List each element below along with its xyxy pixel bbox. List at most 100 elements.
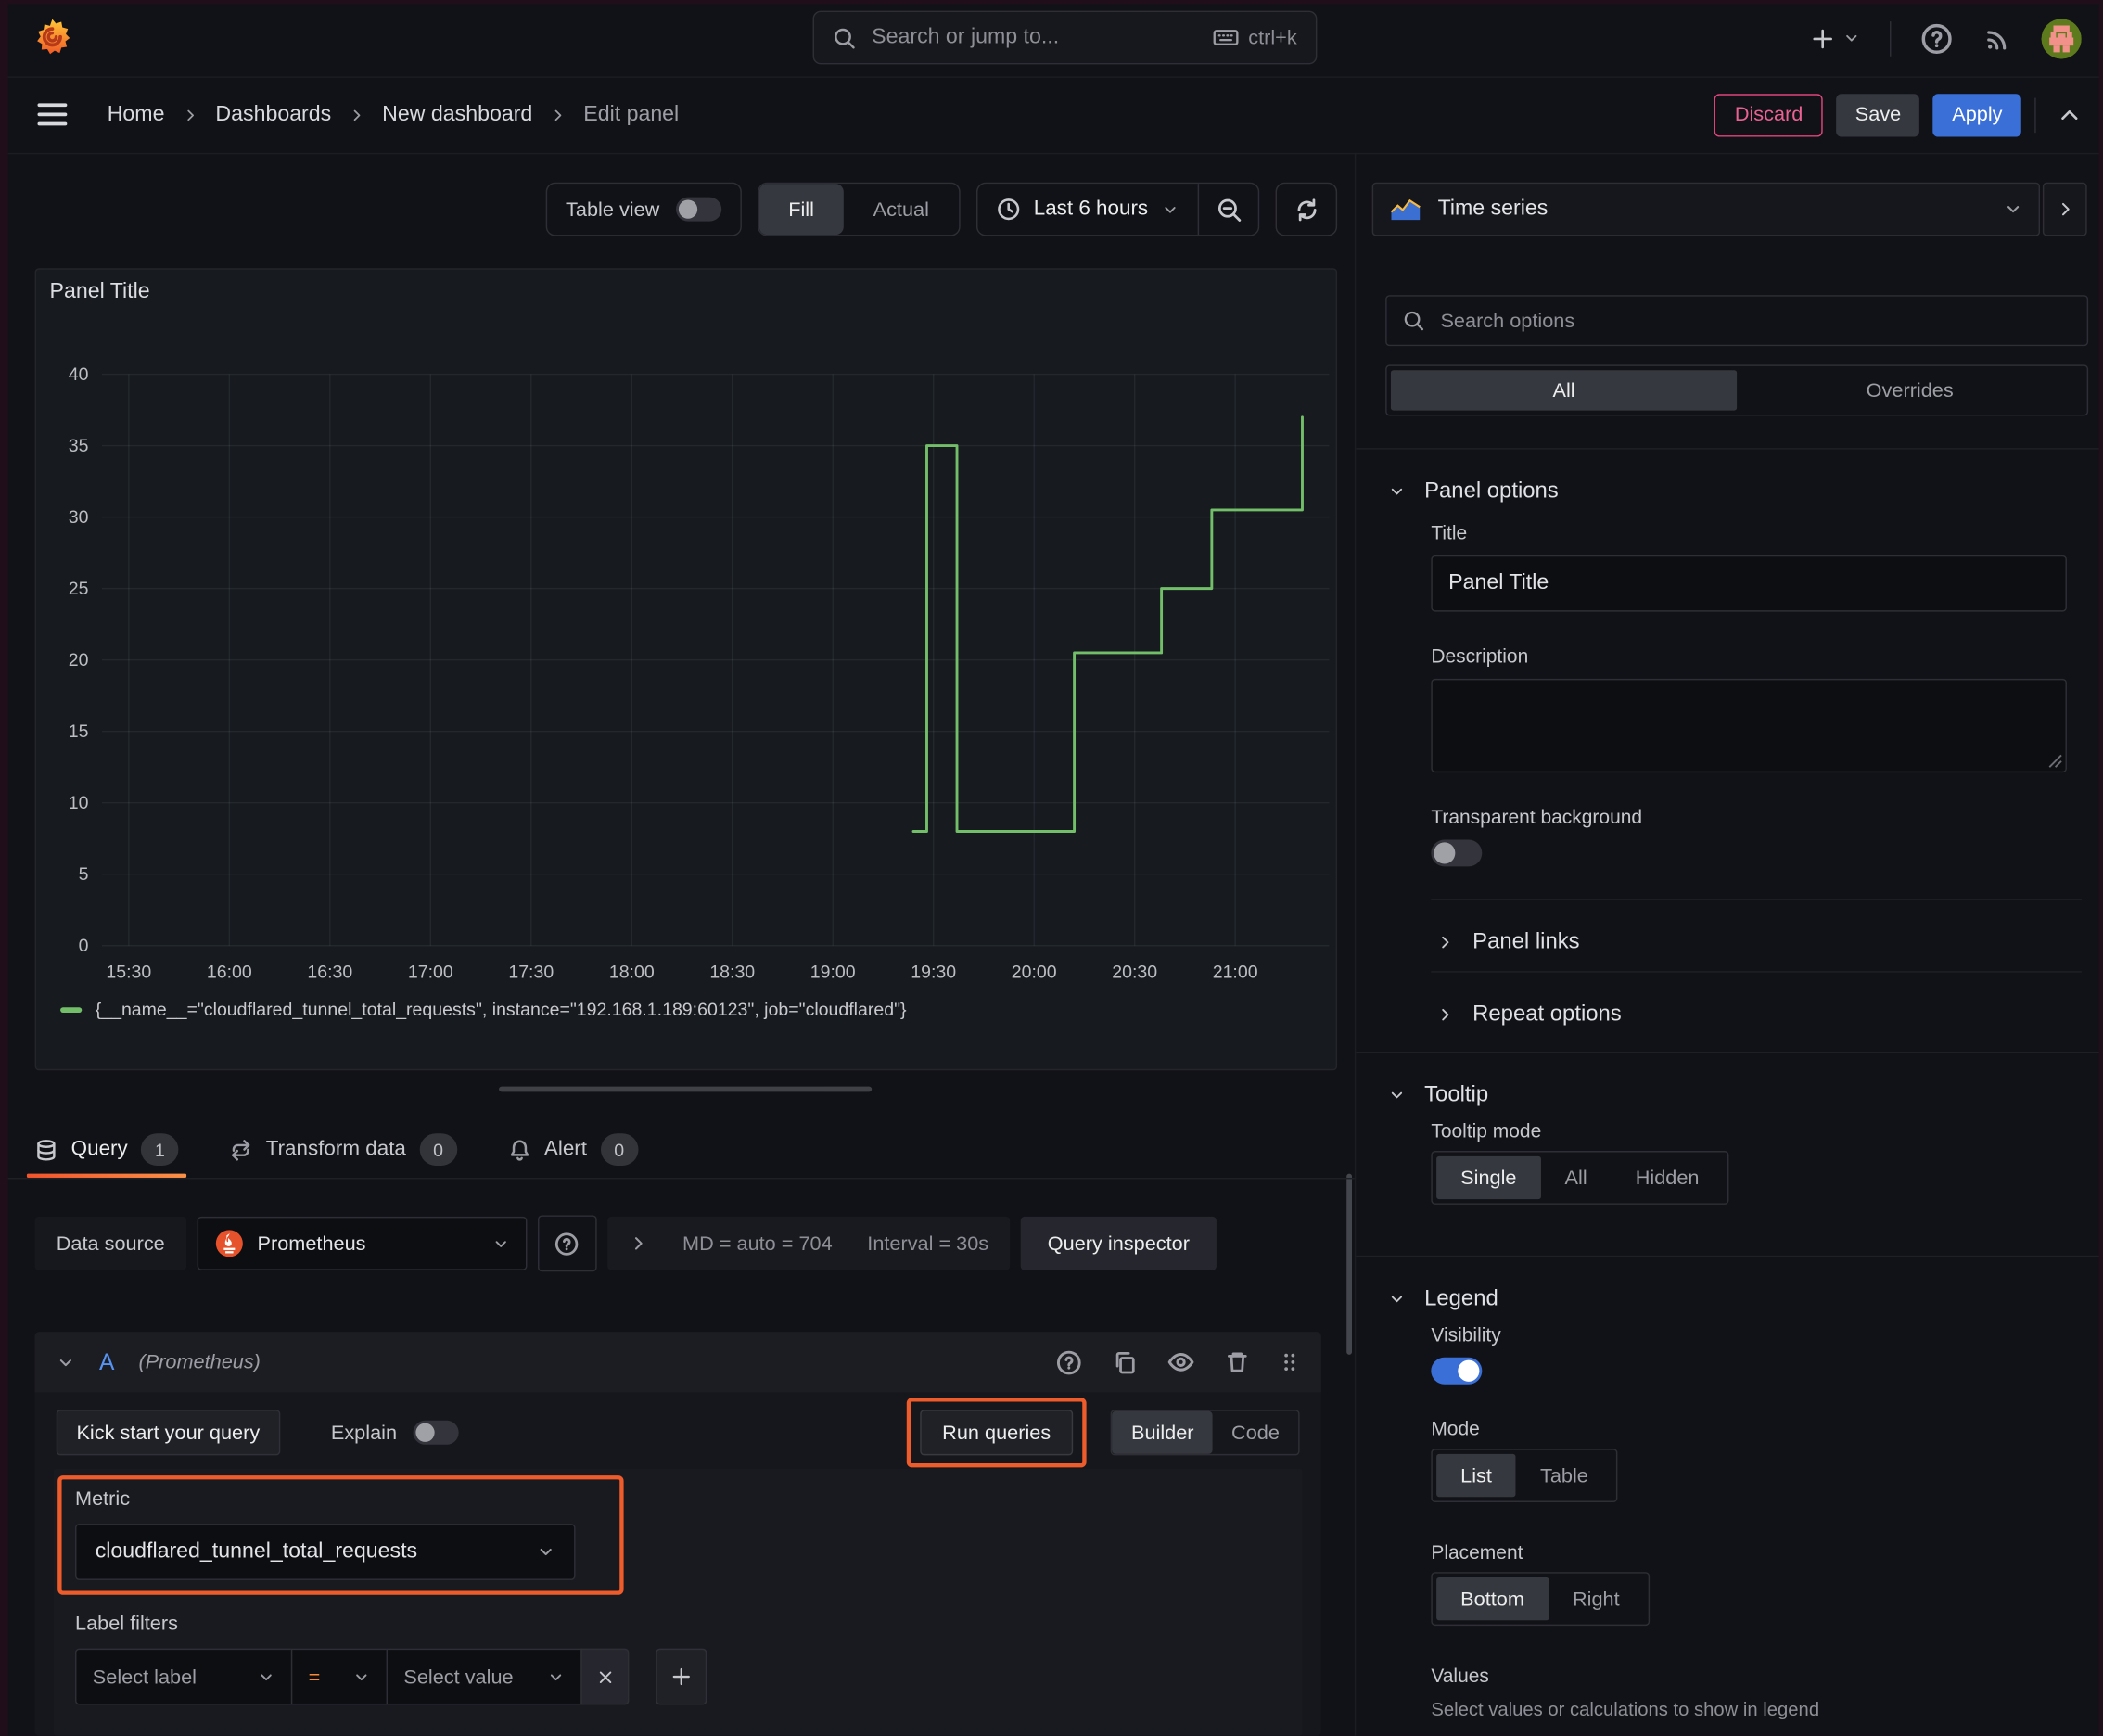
- search-icon: [1404, 311, 1424, 331]
- operator-dropdown[interactable]: =: [290, 1648, 389, 1705]
- query-help-icon[interactable]: [1055, 1348, 1082, 1375]
- svg-text:35: 35: [69, 436, 89, 456]
- label-filter-row: Select label = Select value: [75, 1648, 1281, 1705]
- panel-toolbar: Table view Fill Actual Last 6 hours: [545, 182, 1338, 236]
- svg-text:16:00: 16:00: [207, 962, 252, 982]
- section-divider: [1431, 971, 2082, 973]
- breadcrumb-new-dashboard[interactable]: New dashboard: [382, 103, 532, 127]
- label-filters-label: Label filters: [75, 1612, 178, 1636]
- legend-placement-label: Placement: [1431, 1542, 1523, 1564]
- transparent-background-toggle[interactable]: [1431, 839, 1483, 867]
- kickstart-query-button[interactable]: Kick start your query: [56, 1410, 280, 1456]
- transparent-background-label: Transparent background: [1431, 807, 1643, 829]
- actual-option[interactable]: Actual: [844, 184, 959, 235]
- refresh-button[interactable]: [1275, 182, 1338, 236]
- global-search[interactable]: ctrl+k: [812, 10, 1318, 65]
- tab-overrides[interactable]: Overrides: [1737, 370, 2083, 410]
- delete-query-icon[interactable]: [1225, 1349, 1250, 1374]
- svg-text:17:30: 17:30: [508, 962, 554, 982]
- apply-button[interactable]: Apply: [1932, 93, 2021, 136]
- transform-icon: [232, 1139, 250, 1160]
- legend-section-header[interactable]: Legend: [1388, 1271, 1498, 1325]
- code-option[interactable]: Code: [1213, 1411, 1298, 1454]
- remove-filter-button[interactable]: [580, 1648, 630, 1705]
- svg-text:21:00: 21:00: [1213, 962, 1258, 982]
- discard-button[interactable]: Discard: [1714, 93, 1824, 136]
- panel-resize-handle[interactable]: [499, 1086, 873, 1092]
- options-search-input[interactable]: [1437, 307, 2071, 334]
- tooltip-section-header[interactable]: Tooltip: [1388, 1067, 1488, 1121]
- table-view-toggle[interactable]: [675, 197, 721, 222]
- toggle-visibility-icon[interactable]: [1166, 1348, 1194, 1376]
- collapse-options-button[interactable]: [2042, 182, 2087, 236]
- mode-table-option[interactable]: Table: [1516, 1454, 1612, 1497]
- tooltip-single-option[interactable]: Single: [1436, 1155, 1541, 1200]
- tooltip-all-option[interactable]: All: [1541, 1156, 1612, 1199]
- duplicate-query-icon[interactable]: [1112, 1349, 1137, 1374]
- panel-links-section-header[interactable]: Panel links: [1436, 914, 1580, 968]
- tab-transform-data[interactable]: Transform data 0: [230, 1121, 457, 1178]
- explain-toggle[interactable]: [413, 1420, 459, 1445]
- query-ref-datasource: (Prometheus): [138, 1350, 261, 1374]
- select-value-dropdown[interactable]: Select value: [386, 1648, 582, 1705]
- tooltip-title: Tooltip: [1424, 1081, 1489, 1106]
- metric-select[interactable]: cloudflared_tunnel_total_requests: [75, 1524, 576, 1580]
- visualization-value: Time series: [1437, 197, 1549, 221]
- legend-series-swatch[interactable]: [60, 1006, 83, 1013]
- user-avatar[interactable]: [2041, 18, 2082, 58]
- mode-list-option[interactable]: List: [1436, 1453, 1516, 1498]
- time-series-chart[interactable]: 0 5 10 15 20 25 30 35 40 15:30 16:00 16:30 17:00 17:3…: [36, 270, 1336, 994]
- global-search-input[interactable]: [869, 24, 1199, 51]
- legend-series-name[interactable]: {__name__="cloudflared_tunnel_total_requ…: [96, 1000, 907, 1020]
- explain-label: Explain: [330, 1421, 398, 1445]
- query-inspector-button[interactable]: Query inspector: [1020, 1216, 1217, 1270]
- chevron-right-icon[interactable]: [629, 1234, 647, 1253]
- chevron-down-icon: [1846, 34, 1857, 42]
- breadcrumb-dashboards[interactable]: Dashboards: [215, 103, 331, 127]
- placement-right-option[interactable]: Right: [1549, 1577, 1644, 1620]
- time-range-picker[interactable]: Last 6 hours: [977, 184, 1198, 235]
- chevron-down-icon[interactable]: [57, 1353, 75, 1372]
- query-ref-id[interactable]: A: [99, 1348, 114, 1375]
- placement-bottom-option[interactable]: Bottom: [1436, 1577, 1549, 1621]
- edit-actions: Discard Save Apply: [1714, 76, 2082, 152]
- new-menu-button[interactable]: [1811, 26, 1861, 50]
- svg-text:19:30: 19:30: [911, 962, 956, 982]
- avatar-image: [2041, 18, 2082, 58]
- panel-options-section-header[interactable]: Panel options: [1388, 464, 1559, 517]
- grafana-logo-icon[interactable]: [32, 18, 72, 57]
- legend-visibility-toggle[interactable]: [1431, 1357, 1483, 1385]
- builder-option[interactable]: Builder: [1112, 1410, 1213, 1454]
- add-filter-button[interactable]: [656, 1648, 707, 1705]
- panel-title-input[interactable]: [1431, 555, 2067, 612]
- save-button[interactable]: Save: [1836, 93, 1920, 136]
- time-range-label: Last 6 hours: [1033, 197, 1149, 221]
- main-scrollbar[interactable]: [1346, 1173, 1352, 1355]
- visualization-picker[interactable]: Time series: [1371, 182, 2041, 236]
- datasource-help-button[interactable]: [537, 1215, 597, 1272]
- breadcrumb-home[interactable]: Home: [108, 103, 165, 127]
- tab-all[interactable]: All: [1390, 370, 1738, 411]
- stats-max-datapoints: MD = auto = 704: [682, 1232, 833, 1256]
- metric-field-wrap: Metric cloudflared_tunnel_total_requests: [57, 1475, 624, 1595]
- options-search[interactable]: [1385, 295, 2089, 347]
- menu-toggle-icon[interactable]: [37, 102, 70, 127]
- tab-alert[interactable]: Alert 0: [508, 1121, 638, 1178]
- drag-handle-icon[interactable]: [1280, 1351, 1300, 1374]
- description-textarea[interactable]: [1431, 678, 2067, 773]
- datasource-picker[interactable]: Prometheus: [197, 1216, 528, 1270]
- news-rss-icon[interactable]: [1982, 23, 2012, 53]
- run-queries-button[interactable]: Run queries: [919, 1410, 1074, 1456]
- help-icon[interactable]: [1920, 22, 1953, 55]
- tab-query[interactable]: Query 1: [26, 1121, 187, 1178]
- svg-text:25: 25: [69, 579, 89, 599]
- plus-icon: [1813, 28, 1832, 48]
- repeat-options-section-header[interactable]: Repeat options: [1436, 988, 1622, 1041]
- fill-option[interactable]: Fill: [758, 184, 844, 236]
- collapse-header-icon[interactable]: [2058, 103, 2082, 127]
- zoom-out-button[interactable]: [1197, 184, 1258, 236]
- chevron-down-icon: [261, 1673, 272, 1680]
- query-row-header[interactable]: A (Prometheus): [34, 1332, 1321, 1393]
- select-label-dropdown[interactable]: Select label: [75, 1648, 293, 1705]
- tooltip-hidden-option[interactable]: Hidden: [1612, 1156, 1724, 1199]
